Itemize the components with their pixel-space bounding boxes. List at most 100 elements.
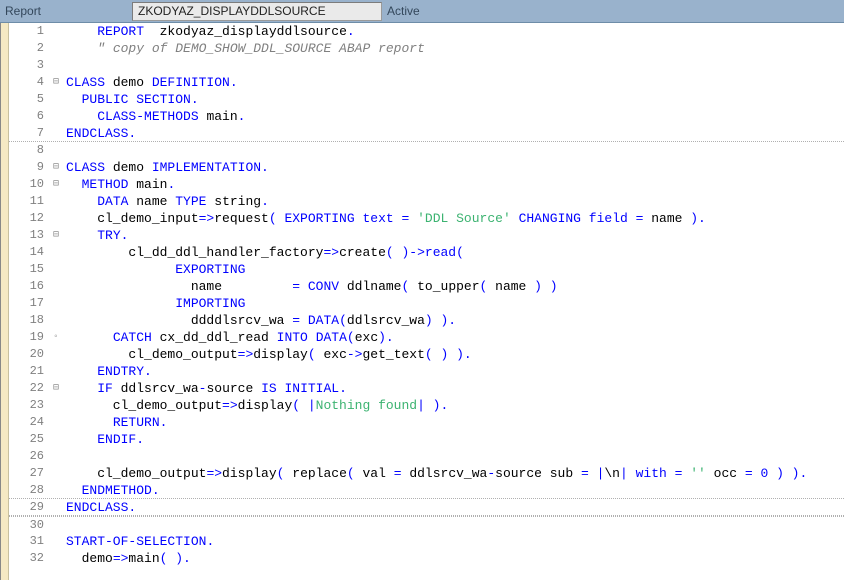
fold-marker — [49, 142, 63, 159]
code-text[interactable]: cl_demo_output=>display( exc->get_text( … — [63, 346, 844, 363]
code-line[interactable]: 4⊟CLASS demo DEFINITION. — [9, 74, 844, 91]
code-line[interactable]: 2 " copy of DEMO_SHOW_DDL_SOURCE ABAP re… — [9, 40, 844, 57]
code-line[interactable]: 15 EXPORTING — [9, 261, 844, 278]
line-number: 15 — [9, 261, 49, 278]
code-line[interactable]: 18 ddddlsrcv_wa = DATA(ddlsrcv_wa) ). — [9, 312, 844, 329]
code-line[interactable]: 9⊟CLASS demo IMPLEMENTATION. — [9, 159, 844, 176]
code-text[interactable]: ddddlsrcv_wa = DATA(ddlsrcv_wa) ). — [63, 312, 844, 329]
code-line[interactable]: 13⊟ TRY. — [9, 227, 844, 244]
fold-marker[interactable]: ◦ — [49, 329, 63, 346]
code-text[interactable]: DATA name TYPE string. — [63, 193, 844, 210]
code-text[interactable]: IF ddlsrcv_wa-source IS INITIAL. — [63, 380, 844, 397]
code-line[interactable]: 27 cl_demo_output=>display( replace( val… — [9, 465, 844, 482]
code-text[interactable]: CLASS demo IMPLEMENTATION. — [63, 159, 844, 176]
code-line[interactable]: 11 DATA name TYPE string. — [9, 193, 844, 210]
code-text[interactable]: RETURN. — [63, 414, 844, 431]
code-line[interactable]: 6 CLASS-METHODS main. — [9, 108, 844, 125]
code-line[interactable]: 19◦ CATCH cx_dd_ddl_read INTO DATA(exc). — [9, 329, 844, 346]
code-text[interactable] — [63, 142, 844, 159]
code-line[interactable]: 26 — [9, 448, 844, 465]
code-text[interactable] — [63, 57, 844, 74]
code-text[interactable] — [63, 517, 844, 533]
code-text[interactable]: demo=>main( ). — [63, 550, 844, 567]
fold-marker[interactable]: ⊟ — [49, 159, 63, 176]
code-text[interactable]: ENDIF. — [63, 431, 844, 448]
code-line[interactable]: 22⊟ IF ddlsrcv_wa-source IS INITIAL. — [9, 380, 844, 397]
code-text[interactable]: CLASS demo DEFINITION. — [63, 74, 844, 91]
code-line[interactable]: 21 ENDTRY. — [9, 363, 844, 380]
code-line[interactable]: 12 cl_demo_input=>request( EXPORTING tex… — [9, 210, 844, 227]
line-number: 14 — [9, 244, 49, 261]
line-number: 3 — [9, 57, 49, 74]
code-line[interactable]: 1 REPORT zkodyaz_displayddlsource. — [9, 23, 844, 40]
header-bar: Report Active — [0, 0, 844, 23]
line-number: 21 — [9, 363, 49, 380]
code-text[interactable]: cl_demo_output=>display( replace( val = … — [63, 465, 844, 482]
fold-marker — [49, 193, 63, 210]
code-line[interactable]: 32 demo=>main( ). — [9, 550, 844, 567]
code-text[interactable]: IMPORTING — [63, 295, 844, 312]
code-text[interactable]: REPORT zkodyaz_displayddlsource. — [63, 23, 844, 40]
code-text[interactable]: ENDCLASS. — [63, 499, 844, 515]
code-line[interactable]: 8 — [9, 142, 844, 159]
fold-marker — [49, 125, 63, 141]
fold-marker[interactable]: ⊟ — [49, 74, 63, 91]
line-number: 19 — [9, 329, 49, 346]
fold-marker[interactable]: ⊟ — [49, 380, 63, 397]
fold-marker — [49, 448, 63, 465]
margin-bar — [1, 23, 9, 580]
fold-marker — [49, 414, 63, 431]
program-name-input[interactable] — [132, 2, 382, 21]
code-line[interactable]: 24 RETURN. — [9, 414, 844, 431]
code-line[interactable]: 30 — [9, 516, 844, 533]
code-line[interactable]: 14 cl_dd_ddl_handler_factory=>create( )-… — [9, 244, 844, 261]
code-line[interactable]: 17 IMPORTING — [9, 295, 844, 312]
code-line[interactable]: 25 ENDIF. — [9, 431, 844, 448]
fold-marker — [49, 465, 63, 482]
code-line[interactable]: 10⊟ METHOD main. — [9, 176, 844, 193]
code-line[interactable]: 16 name = CONV ddlname( to_upper( name )… — [9, 278, 844, 295]
code-text[interactable]: ENDMETHOD. — [63, 482, 844, 498]
line-number: 16 — [9, 278, 49, 295]
code-text[interactable]: ENDCLASS. — [63, 125, 844, 141]
line-number: 1 — [9, 23, 49, 40]
code-text[interactable]: ENDTRY. — [63, 363, 844, 380]
line-number: 32 — [9, 550, 49, 567]
code-text[interactable]: CATCH cx_dd_ddl_read INTO DATA(exc). — [63, 329, 844, 346]
fold-marker — [49, 23, 63, 40]
code-text[interactable]: " copy of DEMO_SHOW_DDL_SOURCE ABAP repo… — [63, 40, 844, 57]
code-text[interactable]: cl_demo_output=>display( |Nothing found|… — [63, 397, 844, 414]
code-text[interactable]: PUBLIC SECTION. — [63, 91, 844, 108]
line-number: 9 — [9, 159, 49, 176]
code-text[interactable]: METHOD main. — [63, 176, 844, 193]
code-text[interactable]: cl_demo_input=>request( EXPORTING text =… — [63, 210, 844, 227]
code-text[interactable]: CLASS-METHODS main. — [63, 108, 844, 125]
code-container[interactable]: 1 REPORT zkodyaz_displayddlsource.2 " co… — [9, 23, 844, 580]
code-text[interactable]: TRY. — [63, 227, 844, 244]
code-text[interactable]: START-OF-SELECTION. — [63, 533, 844, 550]
fold-marker — [49, 210, 63, 227]
fold-marker — [49, 261, 63, 278]
code-text[interactable]: EXPORTING — [63, 261, 844, 278]
fold-marker[interactable]: ⊟ — [49, 227, 63, 244]
code-line[interactable]: 29 ENDCLASS. — [9, 499, 844, 516]
code-line[interactable]: 5 PUBLIC SECTION. — [9, 91, 844, 108]
fold-marker[interactable]: ⊟ — [49, 176, 63, 193]
program-status: Active — [387, 4, 420, 18]
code-text[interactable] — [63, 448, 844, 465]
code-line[interactable]: 31START-OF-SELECTION. — [9, 533, 844, 550]
code-text[interactable]: cl_dd_ddl_handler_factory=>create( )->re… — [63, 244, 844, 261]
line-number: 29 — [9, 499, 49, 515]
code-line[interactable]: 20 cl_demo_output=>display( exc->get_tex… — [9, 346, 844, 363]
code-line[interactable]: 23 cl_demo_output=>display( |Nothing fou… — [9, 397, 844, 414]
fold-marker — [49, 40, 63, 57]
code-line[interactable]: 3 — [9, 57, 844, 74]
line-number: 11 — [9, 193, 49, 210]
code-text[interactable]: name = CONV ddlname( to_upper( name ) ) — [63, 278, 844, 295]
code-line[interactable]: 28 ENDMETHOD. — [9, 482, 844, 499]
line-number: 7 — [9, 125, 49, 141]
fold-marker — [49, 517, 63, 533]
code-line[interactable]: 7 ENDCLASS. — [9, 125, 844, 142]
line-number: 27 — [9, 465, 49, 482]
fold-marker — [49, 295, 63, 312]
